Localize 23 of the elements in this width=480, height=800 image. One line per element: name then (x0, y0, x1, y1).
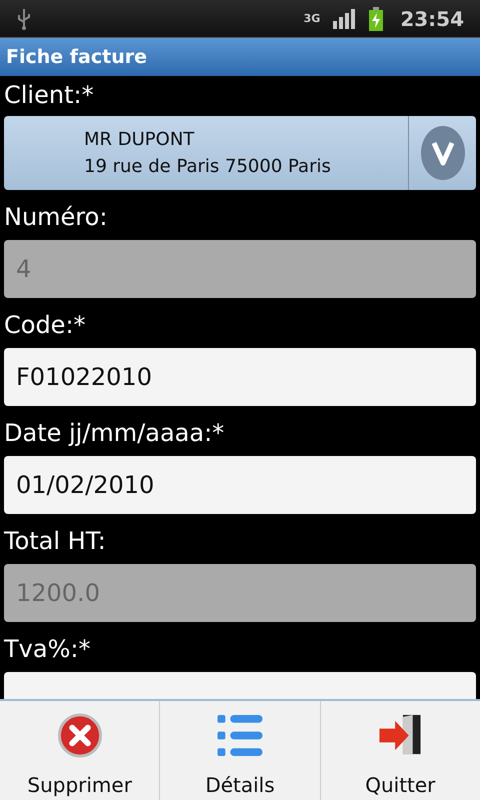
field-label: Total HT: (4, 526, 107, 557)
field-label: Numéro: (4, 202, 108, 233)
input-field[interactable]: F01022010 (4, 348, 476, 406)
network-type: 3G (304, 13, 320, 24)
field-label: Tva%:* (4, 634, 92, 665)
menu-item[interactable]: Détails (159, 701, 320, 800)
field-label: Client:* (4, 80, 95, 111)
usb-icon (16, 6, 32, 30)
menu-item[interactable]: Quitter (320, 701, 480, 800)
battery-charging-icon (368, 6, 384, 30)
menu-item[interactable]: Supprimer (0, 701, 160, 800)
input-field[interactable]: 01/02/2010 (4, 456, 476, 514)
delete-icon (56, 713, 103, 758)
list-icon (214, 713, 265, 758)
window-title: Fiche facture (6, 44, 147, 70)
clock: 23:54 (400, 6, 464, 32)
client-address: 19 rue de Paris 75000 Paris (84, 155, 332, 179)
field-label: Code:* (4, 310, 87, 341)
dropdown-icon (420, 125, 466, 181)
client-name: MR DUPONT (84, 128, 196, 152)
field-label: Date jj/mm/aaaa:* (4, 418, 226, 449)
signal-icon (332, 8, 356, 28)
client-spinner[interactable]: MR DUPONT 19 rue de Paris 75000 Paris (4, 116, 476, 190)
